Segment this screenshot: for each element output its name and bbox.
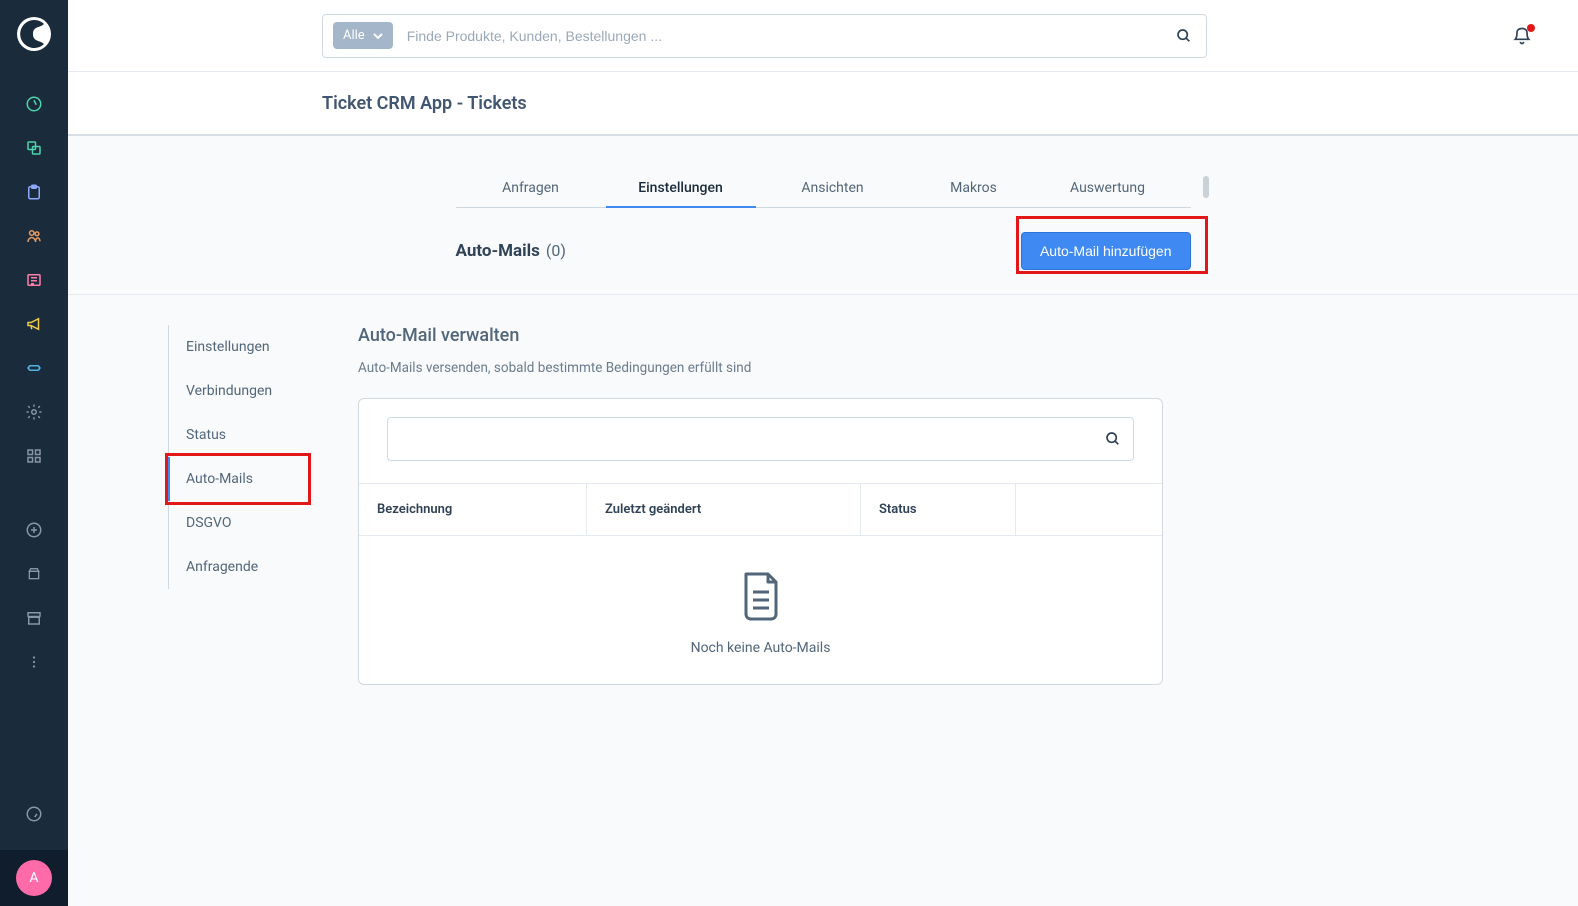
topbar: Alle [68,0,1578,72]
admin-rail: A [0,0,68,906]
th-bezeichnung[interactable]: Bezeichnung [359,484,587,535]
tab-anfragen[interactable]: Anfragen [456,170,606,207]
rail-apps-icon[interactable] [0,434,68,478]
rail-settings-icon[interactable] [0,390,68,434]
panel-title: Auto-Mail verwalten [358,325,1163,346]
settings-nav-anfragende[interactable]: Anfragende [168,545,358,589]
rail-content-icon[interactable] [0,258,68,302]
settings-nav-einstellungen[interactable]: Einstellungen [168,325,358,369]
search-icon[interactable] [1105,431,1121,447]
rail-customers-icon[interactable] [0,214,68,258]
search-scope-selector[interactable]: Alle [333,22,393,49]
section-title: Auto-Mails [456,241,540,261]
table-header: Bezeichnung Zuletzt geändert Status [359,483,1162,536]
settings-nav-auto-mails[interactable]: Auto-Mails [168,457,358,501]
rail-more-icon[interactable] [0,640,68,684]
app-logo[interactable] [0,0,68,68]
rail-dashboard-icon[interactable] [0,82,68,126]
th-status[interactable]: Status [861,484,1016,535]
tabs-scrollbar[interactable] [1203,176,1209,198]
rail-marketing-icon[interactable] [0,302,68,346]
empty-document-icon [740,570,782,622]
avatar-initial: A [29,870,38,886]
page-title: Ticket CRM App - Tickets [322,93,527,114]
rail-extensions-icon[interactable] [0,346,68,390]
settings-sidebar: Einstellungen Verbindungen Status Auto-M… [68,325,358,685]
search-icon[interactable] [1172,28,1196,44]
add-auto-mail-button[interactable]: Auto-Mail hinzufügen [1021,232,1191,270]
notifications-bell-icon[interactable] [1506,20,1538,52]
user-avatar[interactable]: A [0,850,68,906]
search-input[interactable] [393,28,1172,44]
tab-ansichten[interactable]: Ansichten [756,170,910,207]
th-zuletzt-geaendert[interactable]: Zuletzt geändert [587,484,861,535]
settings-nav-dsgvo[interactable]: DSGVO [168,501,358,545]
rail-add-icon[interactable] [0,508,68,552]
chevron-down-icon [373,33,383,39]
th-actions [1016,484,1162,535]
tab-auswertung[interactable]: Auswertung [1038,170,1178,207]
tabs: Anfragen Einstellungen Ansichten Makros … [456,170,1191,208]
settings-nav-status[interactable]: Status [168,413,358,457]
tab-makros[interactable]: Makros [910,170,1038,207]
empty-state: Noch keine Auto-Mails [359,536,1162,684]
page-header: Ticket CRM App - Tickets [68,72,1578,136]
rail-store-icon[interactable] [0,596,68,640]
rail-catalog-icon[interactable] [0,126,68,170]
rail-help-icon[interactable] [0,792,68,836]
table-search-field[interactable] [387,417,1134,461]
auto-mails-card: Bezeichnung Zuletzt geändert Status Noch… [358,398,1163,685]
table-search-input[interactable] [400,431,1105,447]
panel-subtitle: Auto-Mails versenden, sobald bestimmte B… [358,360,1163,376]
section-count: (0) [546,241,566,260]
settings-nav-verbindungen[interactable]: Verbindungen [168,369,358,413]
global-search[interactable]: Alle [322,14,1207,58]
rail-orders-icon[interactable] [0,170,68,214]
empty-message: Noch keine Auto-Mails [691,640,831,656]
rail-shop-icon[interactable] [0,552,68,596]
tab-einstellungen[interactable]: Einstellungen [606,170,756,208]
search-scope-label: Alle [343,28,365,43]
